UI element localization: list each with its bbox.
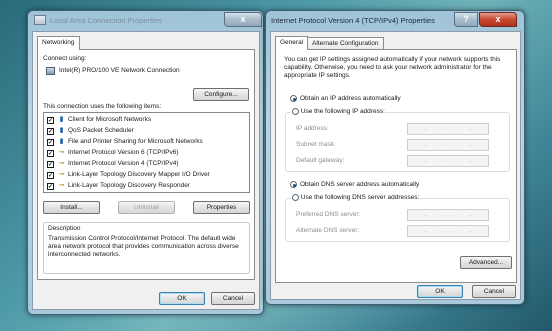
use-following-ip-row: Use the following IP address:	[291, 108, 386, 116]
item-checkbox[interactable]: ✓	[47, 172, 54, 179]
obtain-dns-auto-label[interactable]: Obtain DNS server address automatically	[300, 181, 419, 188]
preferred-dns-label: Preferred DNS server:	[296, 211, 361, 218]
protocol-icon: ⊸	[58, 182, 65, 189]
advanced-button[interactable]: Advanced...	[460, 256, 512, 269]
configure-button[interactable]: Configure...	[193, 88, 249, 101]
items-list[interactable]: ✓ ▮ Client for Microsoft Networks ✓ ▮ Qo…	[43, 112, 250, 193]
item-label: Internet Protocol Version 4 (TCP/IPv4)	[68, 160, 179, 167]
use-following-dns-label[interactable]: Use the following DNS server addresses:	[301, 194, 420, 201]
cancel-button[interactable]: Cancel	[211, 292, 255, 305]
item-label: File and Printer Sharing for Microsoft N…	[68, 138, 203, 145]
general-panel: You can get IP settings assigned automat…	[275, 49, 517, 283]
use-following-ip-label[interactable]: Use the following IP address:	[301, 108, 385, 115]
local-area-connection-properties-window: Local Area Connection Properties x Netwo…	[27, 10, 264, 315]
titlebar[interactable]: Local Area Connection Properties x	[28, 11, 263, 30]
uninstall-button[interactable]: Uninstall	[118, 201, 175, 214]
ip-address-field[interactable]: ...	[407, 123, 489, 135]
tab-general[interactable]: General	[275, 36, 309, 50]
alternate-dns-label: Alternate DNS server:	[296, 227, 360, 234]
cancel-button[interactable]: Cancel	[472, 285, 516, 298]
properties-button[interactable]: Properties	[193, 201, 250, 214]
description-group: Description Transmission Control Protoco…	[43, 222, 250, 274]
preferred-dns-field[interactable]: ...	[407, 209, 489, 221]
close-button[interactable]: x	[479, 12, 517, 27]
ok-button[interactable]: OK	[417, 285, 463, 298]
intro-text: You can get IP settings assigned automat…	[284, 56, 501, 79]
item-checkbox[interactable]: ✓	[47, 150, 54, 157]
item-checkbox[interactable]: ✓	[47, 161, 54, 168]
item-label: Link-Layer Topology Discovery Mapper I/O…	[68, 171, 210, 178]
obtain-dns-auto-radio[interactable]	[290, 181, 297, 188]
protocol-icon: ⊸	[58, 171, 65, 178]
obtain-ip-auto-radio[interactable]	[290, 95, 297, 102]
obtain-ip-auto-label[interactable]: Obtain an IP address automatically	[300, 95, 401, 102]
item-label: Client for Microsoft Networks	[68, 116, 152, 123]
item-checkbox[interactable]: ✓	[47, 128, 54, 135]
network-connection-icon	[34, 15, 46, 25]
close-button[interactable]: x	[224, 12, 262, 27]
dialog-client: General Alternate Configuration You can …	[270, 31, 521, 300]
default-gateway-label: Default gateway:	[296, 157, 345, 164]
ip-address-group: Use the following IP address: IP address…	[285, 108, 510, 172]
use-following-dns-row: Use the following DNS server addresses:	[291, 194, 421, 202]
use-following-dns-radio[interactable]	[292, 194, 299, 201]
item-checkbox[interactable]: ✓	[47, 117, 54, 124]
connect-using-label: Connect using:	[43, 55, 87, 62]
item-label: Link-Layer Topology Discovery Responder	[68, 182, 190, 189]
install-button[interactable]: Install...	[43, 201, 100, 214]
window-title: Internet Protocol Version 4 (TCP/IPv4) P…	[271, 16, 435, 25]
alternate-dns-field[interactable]: ...	[407, 225, 489, 237]
subnet-mask-field[interactable]: ...	[407, 139, 489, 151]
window-title: Local Area Connection Properties	[50, 16, 162, 25]
dialog-client: Networking Connect using: Intel(R) PRO/1…	[32, 31, 260, 310]
use-following-ip-radio[interactable]	[292, 108, 299, 115]
items-label: This connection uses the following items…	[43, 103, 162, 110]
network-adapter-icon	[46, 67, 55, 75]
ip-address-label: IP address:	[296, 125, 329, 132]
network-client-icon: ▮	[59, 116, 64, 123]
description-title: Description	[48, 225, 81, 232]
ok-button[interactable]: OK	[159, 292, 205, 305]
default-gateway-field[interactable]: ...	[407, 155, 489, 167]
networking-panel: Connect using: Intel(R) PRO/100 VE Netwo…	[37, 49, 255, 280]
protocol-icon: ⊸	[58, 149, 65, 156]
item-checkbox[interactable]: ✓	[47, 139, 54, 146]
tab-networking[interactable]: Networking	[37, 36, 80, 50]
file-printer-sharing-icon: ▮	[59, 138, 64, 145]
item-checkbox[interactable]: ✓	[47, 183, 54, 190]
ipv4-properties-window: Internet Protocol Version 4 (TCP/IPv4) P…	[265, 10, 525, 305]
description-text: Transmission Control Protocol/Internet P…	[48, 235, 239, 258]
help-button[interactable]: ?	[454, 12, 478, 27]
adapter-name: Intel(R) PRO/100 VE Network Connection	[59, 67, 180, 74]
titlebar[interactable]: Internet Protocol Version 4 (TCP/IPv4) P…	[266, 11, 524, 30]
subnet-mask-label: Subnet mask:	[296, 141, 336, 148]
item-label: Internet Protocol Version 6 (TCP/IPv6)	[68, 149, 179, 156]
item-label: QoS Packet Scheduler	[68, 127, 134, 134]
protocol-icon: ⊸	[58, 160, 65, 167]
dns-server-group: Use the following DNS server addresses: …	[285, 194, 510, 242]
qos-scheduler-icon: ▮	[59, 127, 64, 134]
